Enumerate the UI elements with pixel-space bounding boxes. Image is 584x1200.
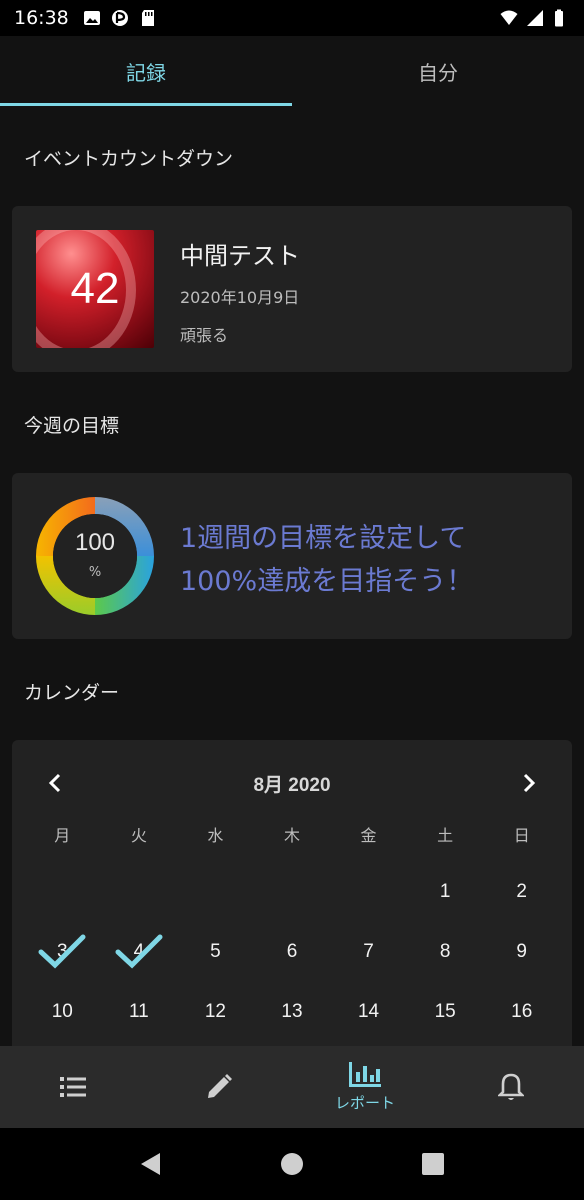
status-time: 16:38 <box>14 7 69 29</box>
calendar-day-number: 2 <box>516 881 527 902</box>
calendar-day-number: 8 <box>439 941 451 962</box>
calendar-day[interactable]: 13 <box>254 982 331 1042</box>
chevron-right-icon <box>523 773 536 793</box>
calendar-day[interactable]: 7 <box>330 922 407 982</box>
calendar-day-number: 14 <box>357 1001 380 1022</box>
calendar-day-number: 7 <box>363 941 374 962</box>
calendar-day[interactable]: 3 <box>24 922 101 982</box>
calendar-day[interactable]: 11 <box>101 982 178 1042</box>
calendar-day[interactable]: 14 <box>330 982 407 1042</box>
event-countdown-card[interactable]: 42 中間テスト 2020年10月9日 頑張る <box>12 206 572 372</box>
tab-profile[interactable]: 自分 <box>292 36 584 106</box>
home-circle-icon <box>280 1153 303 1175</box>
sd-card-icon <box>141 10 154 26</box>
wifi-icon <box>500 10 518 25</box>
calendar-day[interactable]: 10 <box>24 982 101 1042</box>
goal-percent-value: 100 <box>74 529 116 556</box>
calendar-day[interactable]: 8 <box>407 922 484 982</box>
next-month-button[interactable] <box>514 768 544 798</box>
event-name: 中間テスト <box>180 242 300 270</box>
calendar-empty-cell <box>330 862 407 922</box>
calendar-day[interactable]: 6 <box>254 922 331 982</box>
calendar-day[interactable]: 2 <box>483 862 560 922</box>
event-note: 頑張る <box>180 326 229 345</box>
calendar-day-number: 15 <box>434 1001 456 1022</box>
system-home-button[interactable] <box>274 1146 310 1182</box>
image-notification-icon <box>83 11 100 25</box>
calendar-weekday: 月 <box>54 826 71 845</box>
calendar-day-number: 9 <box>516 941 527 962</box>
bell-icon <box>498 1073 524 1100</box>
calendar-day[interactable]: 15 <box>407 982 484 1042</box>
calendar-empty-cell <box>177 862 254 922</box>
event-days-remaining: 42 <box>70 264 120 313</box>
calendar-day-number: 11 <box>128 1001 149 1022</box>
goal-message-line1: 1週間の目標を設定して <box>180 523 467 554</box>
bottom-navigation: レポート <box>0 1046 584 1128</box>
pencil-icon <box>208 1074 232 1098</box>
system-recents-button[interactable] <box>415 1146 451 1182</box>
calendar-day[interactable]: 5 <box>177 922 254 982</box>
calendar-day[interactable]: 1 <box>407 862 484 922</box>
system-back-button[interactable] <box>133 1146 169 1182</box>
countdown-section-title: イベントカウントダウン <box>24 148 234 170</box>
calendar-empty-cell <box>24 862 101 922</box>
calendar-month-label: 8月 2020 <box>253 775 331 796</box>
nav-report-label: レポート <box>334 1093 395 1112</box>
calendar-empty-cell <box>101 862 178 922</box>
nav-notifications[interactable] <box>438 1046 584 1128</box>
calendar-weekday: 火 <box>130 826 147 845</box>
calendar-day[interactable]: 9 <box>483 922 560 982</box>
weekly-goal-card[interactable]: 100 % 1週間の目標を設定して 100%達成を目指そう！ <box>12 473 572 639</box>
calendar-empty-cell <box>254 862 331 922</box>
calendar-day-number: 3 <box>56 941 68 962</box>
battery-icon <box>555 9 563 27</box>
nav-report[interactable]: レポート <box>292 1046 438 1128</box>
nav-edit[interactable] <box>146 1046 292 1128</box>
calendar-weekday: 土 <box>437 826 454 845</box>
calendar-day-number: 1 <box>439 881 451 902</box>
calendar-weekday: 日 <box>513 826 530 845</box>
event-date: 2020年10月9日 <box>180 288 300 307</box>
top-tabs: 記録 自分 <box>0 36 584 106</box>
calendar-weekday: 水 <box>207 826 224 845</box>
goal-message: 1週間の目標を設定して 100%達成を目指そう！ <box>180 517 473 603</box>
calendar-day-number: 5 <box>210 941 221 962</box>
list-icon <box>60 1077 86 1097</box>
system-navigation-bar <box>0 1128 584 1200</box>
back-triangle-icon <box>140 1153 160 1175</box>
status-bar: 16:38 <box>0 0 584 36</box>
calendar-day-number: 16 <box>511 1001 533 1022</box>
app-notification-icon <box>111 10 128 26</box>
calendar-weekday: 金 <box>360 826 377 845</box>
goal-section-title: 今週の目標 <box>24 415 120 437</box>
calendar-day[interactable]: 12 <box>177 982 254 1042</box>
calendar-day-number: 4 <box>133 941 145 962</box>
calendar-card: 8月 2020 月火水木金土日 1 2 3 4 5 6 7 8 9 10 11 12 13 14 15 16 <box>12 740 572 1080</box>
calendar-day[interactable]: 4 <box>101 922 178 982</box>
goal-percent-unit: % <box>88 565 102 580</box>
calendar-weekday: 木 <box>283 826 300 845</box>
nav-list[interactable] <box>0 1046 146 1128</box>
goal-message-line2: 100%達成を目指そう！ <box>180 566 474 597</box>
tab-records[interactable]: 記録 <box>0 36 292 106</box>
recents-square-icon <box>422 1153 445 1175</box>
calendar-header: 8月 2020 <box>12 768 572 798</box>
calendar-day-number: 10 <box>51 1001 73 1022</box>
calendar-section-title: カレンダー <box>24 682 120 704</box>
event-thumbnail: 42 <box>36 230 154 348</box>
calendar-day-number: 6 <box>286 941 298 962</box>
bar-chart-icon <box>349 1061 381 1087</box>
calendar-grid: 月火水木金土日 1 2 3 4 5 6 7 8 9 10 11 12 13 14 15 16 <box>24 822 560 1042</box>
calendar-day-number: 12 <box>204 1001 226 1022</box>
calendar-day[interactable]: 16 <box>483 982 560 1042</box>
calendar-day-number: 13 <box>281 1001 303 1022</box>
signal-icon <box>527 10 543 26</box>
